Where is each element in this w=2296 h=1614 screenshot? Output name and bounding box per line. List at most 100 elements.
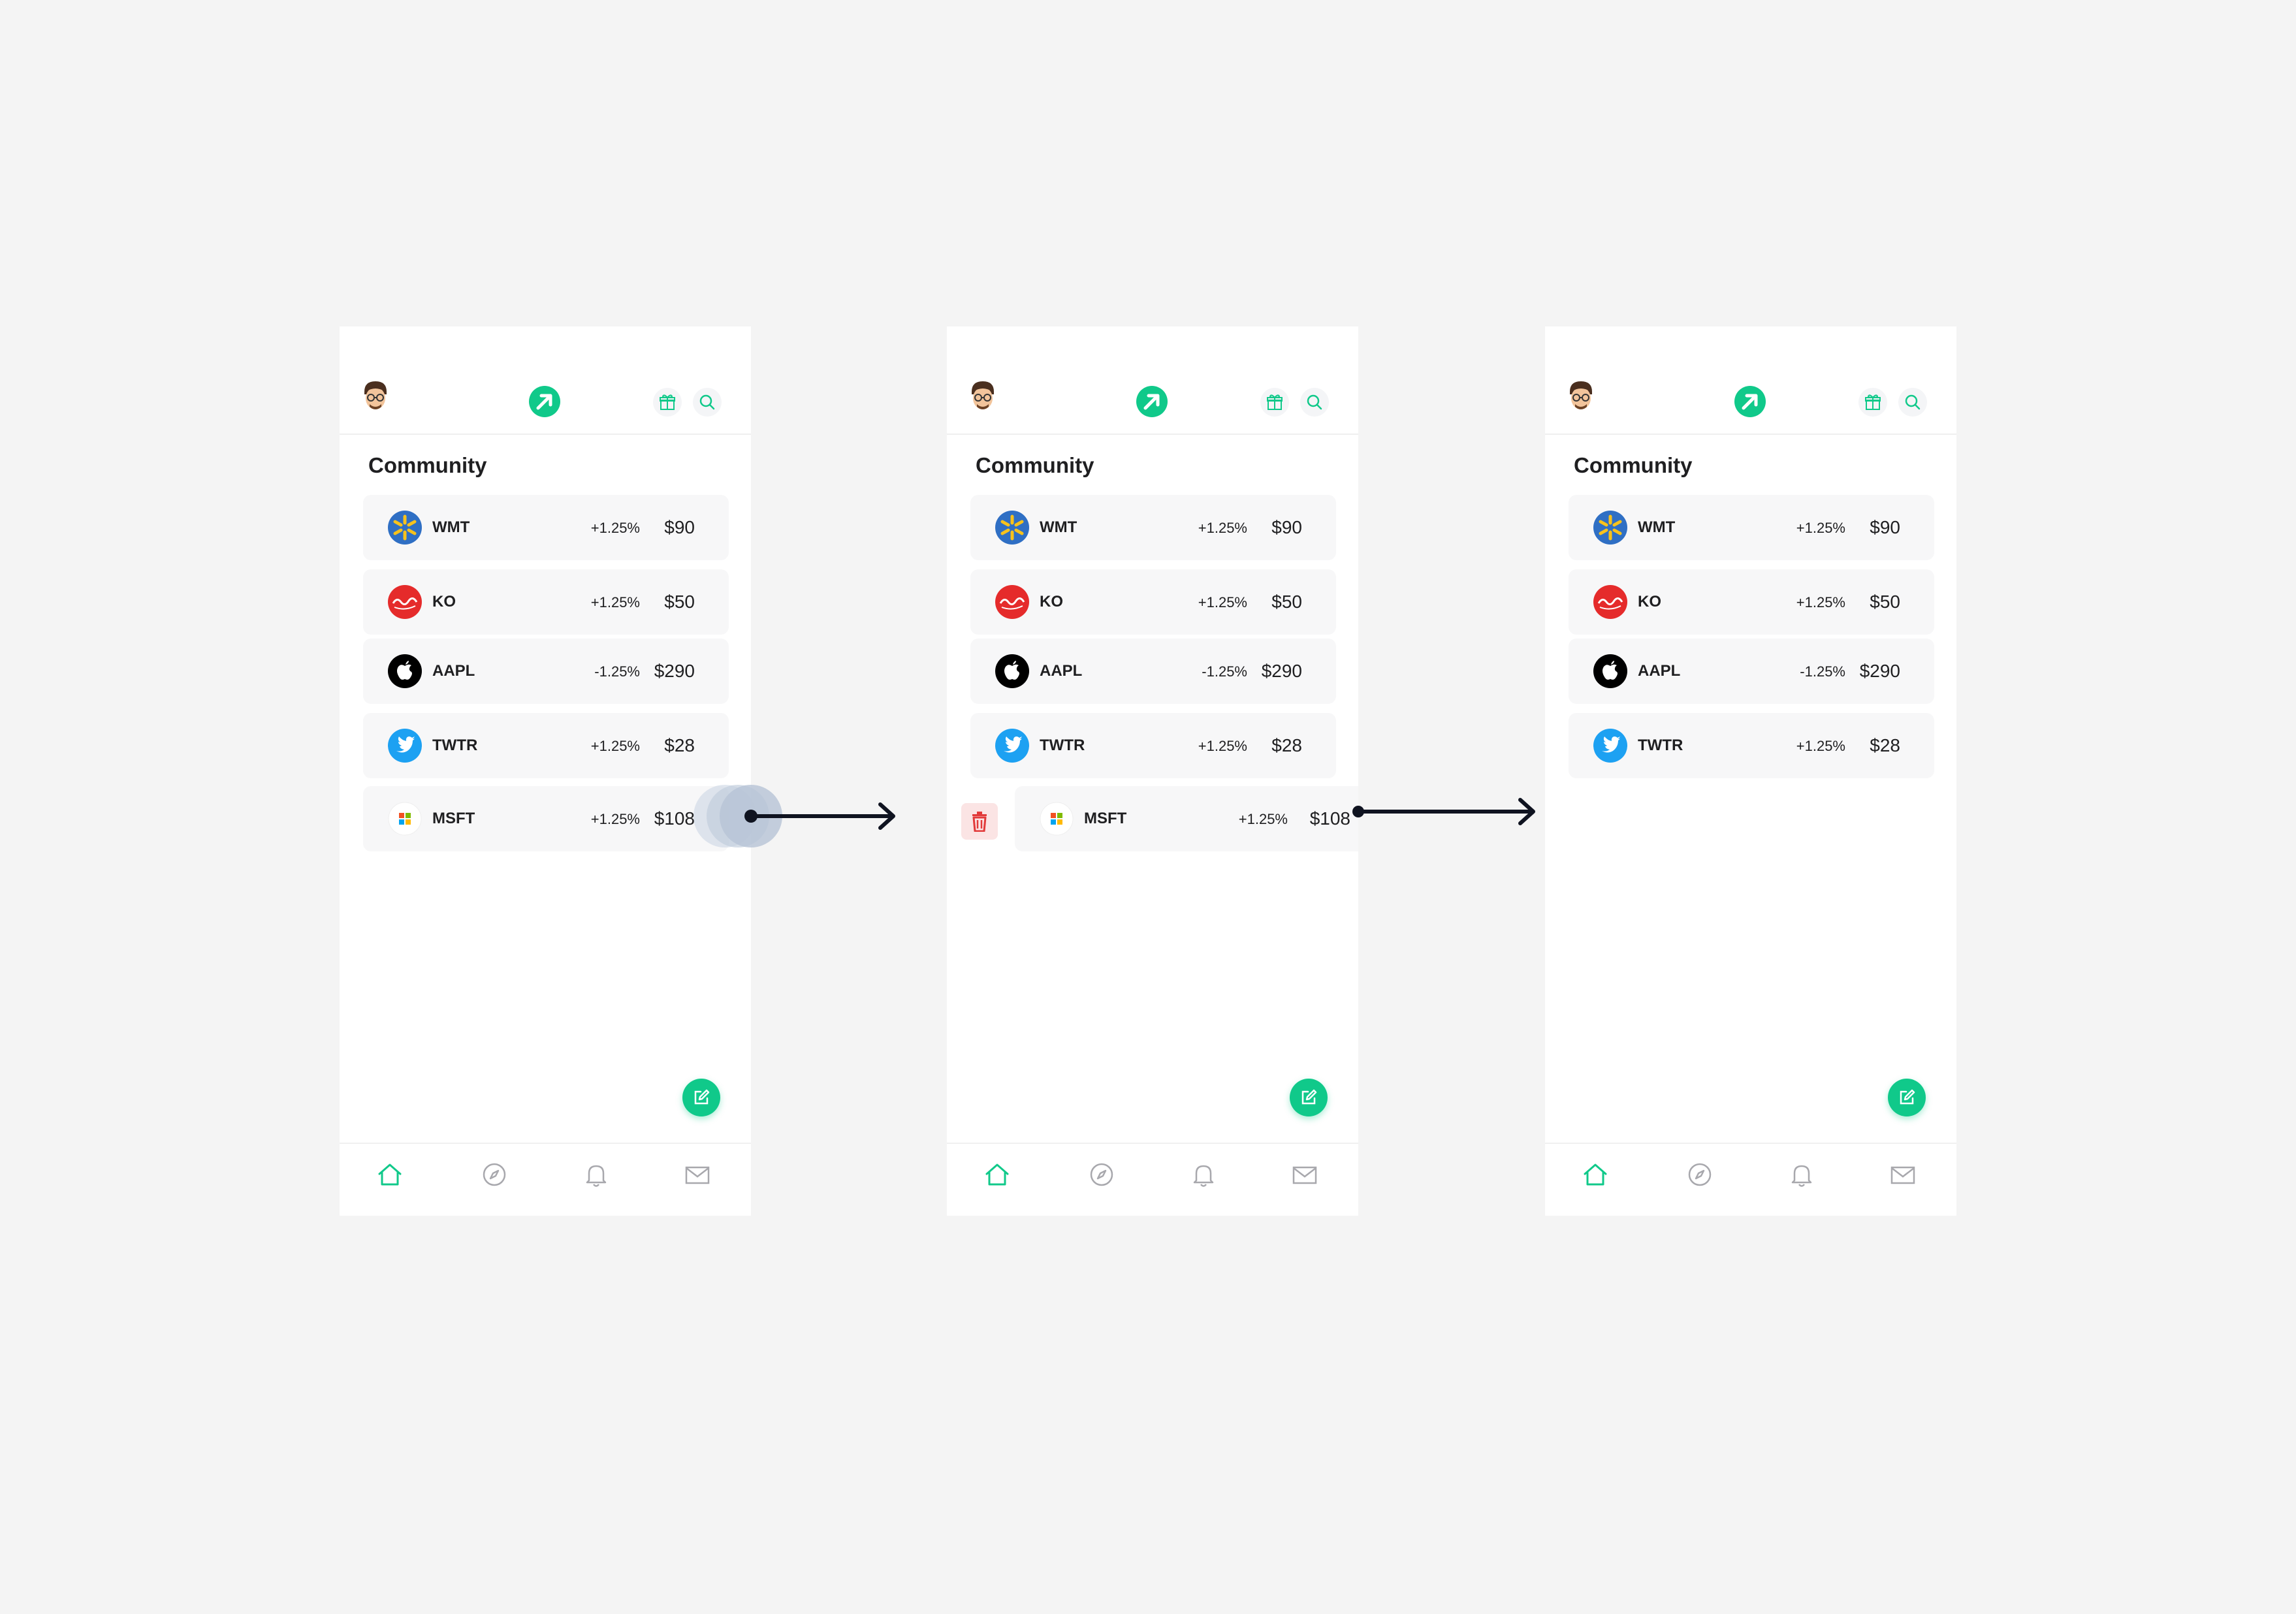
- flow-arrow-1: [749, 802, 895, 830]
- stock-row-wmt[interactable]: WMT +1.25% $90: [970, 495, 1336, 560]
- twitter-logo-icon: [388, 729, 422, 763]
- bottom-nav: [947, 1143, 1358, 1217]
- delete-button[interactable]: [961, 803, 998, 840]
- compass-icon[interactable]: [478, 1158, 511, 1191]
- stock-row-ko[interactable]: KO +1.25% $50: [363, 569, 729, 635]
- compose-icon: [1301, 1089, 1317, 1105]
- app-logo-icon[interactable]: [1136, 385, 1168, 418]
- app-logo-icon[interactable]: [528, 385, 561, 418]
- bottom-nav: [1545, 1143, 1956, 1217]
- gift-button[interactable]: [1260, 388, 1289, 417]
- stock-row-twtr[interactable]: TWTR +1.25% $28: [363, 713, 729, 778]
- app-header: [947, 326, 1358, 435]
- stock-row-ko[interactable]: KO +1.25% $50: [1569, 569, 1934, 635]
- stock-row-aapl[interactable]: AAPL -1.25% $290: [363, 639, 729, 704]
- stock-price: $50: [664, 592, 695, 612]
- section-title: Community: [976, 453, 1094, 477]
- compass-icon[interactable]: [1085, 1158, 1118, 1191]
- screen-3: Community WMT +1.25% $90 KO +1.25% $50 A…: [1545, 326, 1956, 1216]
- trash-icon: [972, 812, 987, 832]
- section-title: Community: [368, 453, 487, 477]
- search-button[interactable]: [1898, 388, 1927, 417]
- mail-icon[interactable]: [1288, 1158, 1321, 1191]
- stock-price: $290: [654, 661, 695, 681]
- app-logo-icon[interactable]: [1734, 385, 1766, 418]
- stock-symbol: TWTR: [1040, 736, 1085, 754]
- stock-symbol: KO: [1638, 593, 1661, 610]
- stock-row-wmt[interactable]: WMT +1.25% $90: [1569, 495, 1934, 560]
- stock-row-aapl[interactable]: AAPL -1.25% $290: [970, 639, 1336, 704]
- stock-symbol: AAPL: [1638, 662, 1681, 680]
- compose-button[interactable]: [682, 1079, 720, 1116]
- flow-arrow-2: [1352, 798, 1535, 825]
- home-icon[interactable]: [981, 1158, 1013, 1191]
- stock-change: +1.25%: [1198, 594, 1247, 610]
- stock-row-ko[interactable]: KO +1.25% $50: [970, 569, 1336, 635]
- avatar[interactable]: [1566, 380, 1596, 413]
- microsoft-logo-icon: [1040, 802, 1074, 836]
- bell-icon[interactable]: [1187, 1158, 1220, 1191]
- stock-row-twtr[interactable]: TWTR +1.25% $28: [1569, 713, 1934, 778]
- home-icon[interactable]: [374, 1158, 406, 1191]
- app-header: [1545, 326, 1956, 435]
- compose-icon: [694, 1089, 710, 1105]
- coca-cola-logo-icon: [388, 585, 422, 619]
- walmart-logo-icon: [995, 511, 1029, 545]
- stock-price: $290: [1859, 661, 1900, 681]
- gift-button[interactable]: [1858, 388, 1887, 417]
- microsoft-logo-icon: [388, 802, 422, 836]
- screen-1: Community WMT +1.25% $90 KO +1.25% $50 A…: [340, 326, 751, 1216]
- compose-button[interactable]: [1290, 1079, 1328, 1116]
- stock-price: $28: [1271, 735, 1302, 755]
- search-button[interactable]: [1300, 388, 1329, 417]
- compass-icon[interactable]: [1683, 1158, 1716, 1191]
- stock-change: +1.25%: [590, 811, 640, 827]
- stock-symbol: WMT: [1040, 518, 1077, 536]
- compose-icon: [1900, 1089, 1915, 1105]
- stock-change: +1.25%: [590, 520, 640, 536]
- stock-row-msft[interactable]: MSFT +1.25% $108: [363, 786, 729, 851]
- twitter-logo-icon: [995, 729, 1029, 763]
- home-icon[interactable]: [1579, 1158, 1612, 1191]
- mail-icon[interactable]: [681, 1158, 714, 1191]
- stock-change: -1.25%: [1800, 663, 1845, 680]
- bell-icon[interactable]: [580, 1158, 613, 1191]
- stock-change: +1.25%: [1796, 520, 1845, 536]
- walmart-logo-icon: [1593, 511, 1627, 545]
- stock-price: $50: [1870, 592, 1900, 612]
- stock-change: +1.25%: [1238, 811, 1288, 827]
- bottom-nav: [340, 1143, 751, 1217]
- stock-symbol: AAPL: [432, 662, 475, 680]
- coca-cola-logo-icon: [1593, 585, 1627, 619]
- stock-symbol: TWTR: [432, 736, 478, 754]
- stock-price: $90: [1271, 517, 1302, 537]
- stock-symbol: KO: [1040, 593, 1063, 610]
- mail-icon[interactable]: [1887, 1158, 1919, 1191]
- search-icon: [699, 394, 715, 410]
- stock-row-aapl[interactable]: AAPL -1.25% $290: [1569, 639, 1934, 704]
- stock-price: $28: [1870, 735, 1900, 755]
- stock-change: +1.25%: [1198, 738, 1247, 754]
- stock-change: -1.25%: [1202, 663, 1247, 680]
- stock-price: $90: [664, 517, 695, 537]
- screen-2: Community WMT +1.25% $90 KO +1.25% $50 A…: [947, 326, 1358, 1216]
- avatar[interactable]: [360, 380, 391, 413]
- apple-logo-icon: [995, 654, 1029, 688]
- stock-symbol: TWTR: [1638, 736, 1683, 754]
- walmart-logo-icon: [388, 511, 422, 545]
- avatar[interactable]: [968, 380, 998, 413]
- stock-row-twtr[interactable]: TWTR +1.25% $28: [970, 713, 1336, 778]
- stock-row-wmt[interactable]: WMT +1.25% $90: [363, 495, 729, 560]
- stock-price: $108: [1309, 808, 1350, 829]
- search-button[interactable]: [693, 388, 722, 417]
- compose-button[interactable]: [1888, 1079, 1926, 1116]
- stock-row-msft-swiped[interactable]: MSFT +1.25% $108: [1015, 786, 1358, 851]
- stock-symbol: KO: [432, 593, 456, 610]
- gift-icon: [1267, 394, 1283, 410]
- gift-button[interactable]: [653, 388, 682, 417]
- app-header: [340, 326, 751, 435]
- search-icon: [1905, 394, 1921, 410]
- bell-icon[interactable]: [1785, 1158, 1818, 1191]
- stock-change: +1.25%: [1796, 738, 1845, 754]
- gift-icon: [660, 394, 675, 410]
